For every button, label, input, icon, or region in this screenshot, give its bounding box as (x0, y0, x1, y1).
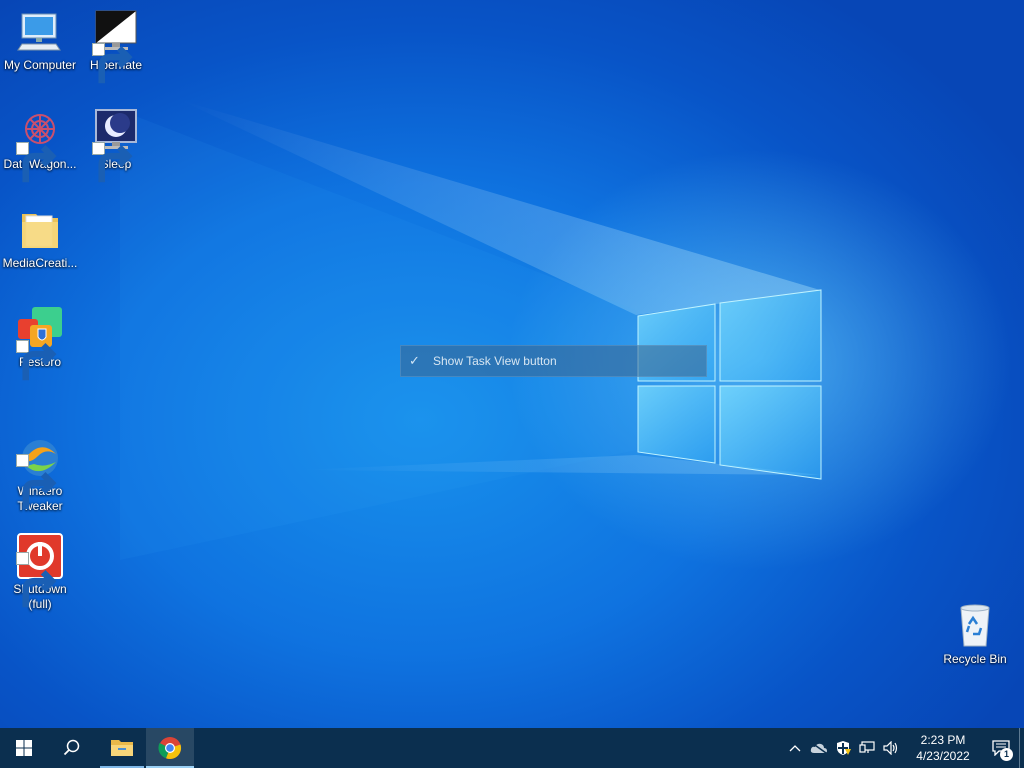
taskbar-google-chrome[interactable] (146, 728, 194, 768)
onedrive-tray-button[interactable] (807, 728, 831, 768)
system-tray: 2:23 PM 4/23/2022 1 (783, 728, 1024, 768)
desktop-icon-hibernate[interactable]: Hibernate (76, 8, 156, 84)
desktop-icon-sleep[interactable]: Sleep (76, 107, 156, 183)
shortcut-arrow-icon (16, 340, 57, 381)
search-icon (63, 739, 80, 756)
file-explorer-icon (111, 740, 133, 756)
desktop-icon-my-computer[interactable]: My Computer (0, 8, 80, 73)
taskbar-file-explorer[interactable] (98, 728, 146, 768)
chrome-icon (158, 737, 182, 759)
chevron-up-icon (789, 745, 801, 752)
taskbar: 2:23 PM 4/23/2022 1 (0, 728, 1024, 768)
desktop-icon-winaero-tweaker[interactable]: Winaero Tweaker (0, 404, 80, 514)
network-icon (859, 741, 875, 753)
menu-item-label: Show Task View button (433, 354, 557, 368)
shortcut-arrow-icon (16, 552, 57, 608)
desktop-icon-shutdown-full[interactable]: Shutdown (full) (0, 502, 80, 612)
checkmark-icon: ✓ (409, 353, 420, 368)
clock-time: 2:23 PM (920, 733, 966, 747)
taskbar-clock[interactable]: 2:23 PM 4/23/2022 (907, 732, 979, 764)
desktop-icon-label: Recycle Bin (943, 652, 1007, 666)
shortcut-arrow-icon (92, 142, 133, 183)
desktop-icon-recycle-bin[interactable]: Recycle Bin (935, 602, 1015, 667)
desktop-icon-restoro[interactable]: Restoro (0, 305, 80, 381)
shortcut-arrow-icon (16, 142, 57, 183)
search-button[interactable] (48, 728, 96, 768)
volume-tray-button[interactable] (879, 728, 903, 768)
shortcut-arrow-icon (16, 454, 57, 510)
folder-icon (22, 214, 58, 248)
context-menu-item-show-task-view[interactable]: ✓ Show Task View button (400, 345, 707, 377)
windows-security-warning-icon (837, 741, 851, 755)
security-tray-button[interactable] (831, 728, 855, 768)
desktop-icon-mediacreation[interactable]: MediaCreati... (0, 206, 80, 271)
shortcut-arrow-icon (92, 43, 133, 84)
volume-icon (883, 741, 898, 755)
show-hidden-icons-button[interactable] (783, 728, 807, 768)
recycle-bin-icon (960, 604, 990, 647)
desktop-icon-label: My Computer (3, 58, 77, 72)
network-tray-button[interactable] (855, 728, 879, 768)
desktop-icon-datawagon[interactable]: DataWagon... (0, 107, 80, 183)
computer-icon (17, 13, 61, 51)
clock-date: 4/23/2022 (916, 749, 970, 763)
notification-count-badge: 1 (1000, 748, 1013, 761)
onedrive-cloud-icon (810, 742, 827, 754)
start-button[interactable] (0, 728, 48, 768)
windows-logo-wallpaper-icon (637, 289, 822, 480)
show-desktop-button[interactable] (1019, 728, 1024, 768)
action-center-button[interactable]: 1 (983, 728, 1019, 768)
desktop-icon-label: MediaCreati... (2, 256, 78, 270)
windows-start-icon (16, 740, 32, 756)
